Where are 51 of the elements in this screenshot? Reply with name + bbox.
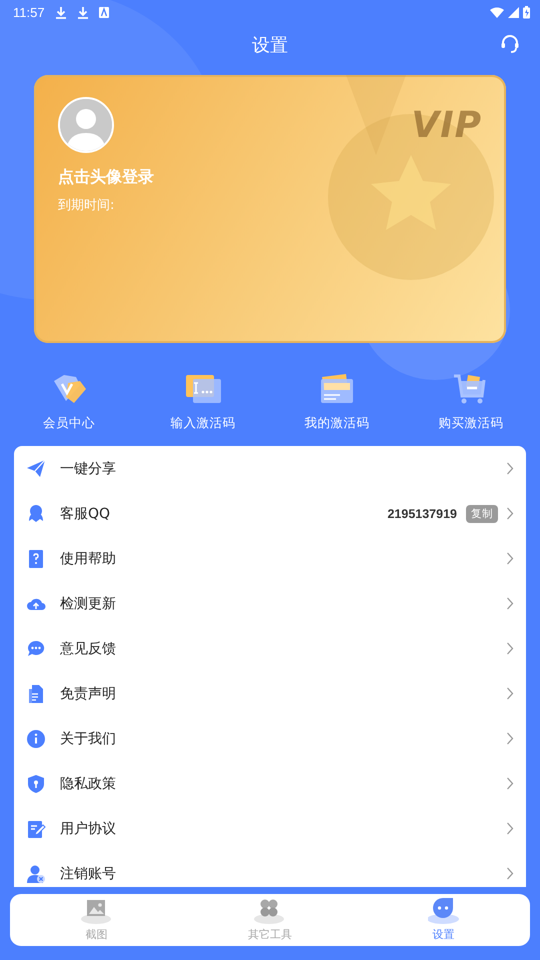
chevron-right-icon	[506, 687, 514, 700]
penguin-icon	[26, 504, 46, 524]
download-icon	[54, 6, 67, 18]
keyboard-card-icon	[184, 373, 222, 405]
battery-icon	[523, 6, 530, 18]
chevron-right-icon	[506, 642, 514, 655]
menu-item[interactable]: 隐私政策	[14, 761, 526, 806]
image-icon	[81, 897, 112, 924]
menu-item[interactable]: 一键分享	[14, 446, 526, 491]
menu-item[interactable]: 客服QQ 2195137919 复制	[14, 491, 526, 536]
quick-action[interactable]: 输入激活码	[170, 373, 236, 435]
menu-item[interactable]: 使用帮助	[14, 536, 526, 581]
chevron-right-icon	[506, 732, 514, 745]
menu-item[interactable]: 免责声明	[14, 671, 526, 716]
chat-bubble-icon	[26, 638, 46, 658]
info-icon	[26, 728, 46, 748]
card-icon	[318, 373, 356, 405]
chevron-right-icon	[506, 507, 514, 520]
page-title: 设置	[252, 34, 288, 57]
menu-item[interactable]: 检测更新	[14, 581, 526, 626]
wifi-icon	[490, 6, 504, 18]
edit-document-icon	[26, 818, 46, 838]
chevron-right-icon	[506, 822, 514, 835]
status-time: 11:57	[13, 4, 45, 20]
qq-number: 2195137919	[387, 506, 457, 520]
customer-service-icon[interactable]	[500, 34, 520, 54]
menu-item[interactable]: 关于我们	[14, 716, 526, 761]
chevron-right-icon	[506, 462, 514, 475]
clover-icon	[254, 897, 286, 924]
shield-icon	[26, 774, 46, 794]
help-document-icon	[26, 548, 46, 568]
chevron-right-icon	[506, 597, 514, 610]
expiry-label: 到期时间:	[58, 197, 116, 214]
chevron-right-icon	[506, 552, 514, 565]
quick-action[interactable]: 我的激活码	[304, 373, 370, 435]
robot-face-icon	[428, 897, 459, 924]
quick-action[interactable]: 购买激活码	[438, 373, 504, 435]
download-icon	[76, 6, 89, 18]
menu-item[interactable]: 意见反馈	[14, 626, 526, 671]
notification-icon	[98, 6, 109, 18]
document-icon	[26, 684, 46, 704]
tab[interactable]: 设置	[428, 894, 459, 946]
signal-icon	[508, 6, 519, 18]
menu-item[interactable]: 用户协议	[14, 806, 526, 851]
paper-plane-icon	[26, 458, 46, 478]
chevron-right-icon	[506, 777, 514, 790]
vip-logo: VIP	[411, 105, 482, 146]
chevron-right-icon	[506, 867, 514, 880]
menu-item[interactable]: 注销账号	[14, 851, 526, 887]
user-remove-icon	[26, 864, 46, 884]
quick-action[interactable]: 会员中心	[43, 373, 95, 435]
